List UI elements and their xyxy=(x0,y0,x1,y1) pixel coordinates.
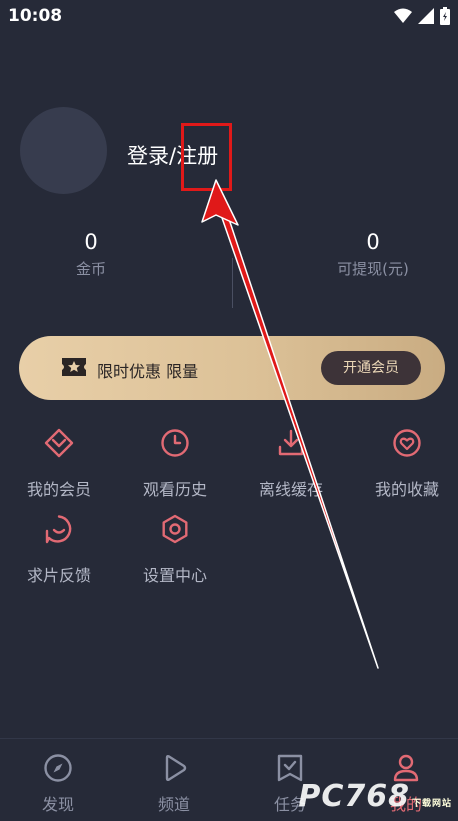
watermark-text: PC768 xyxy=(298,779,410,814)
watermark-sub: 下载网站 xyxy=(411,799,452,809)
watermark-logo: PC768 下载网站 xyxy=(298,779,452,814)
annotation-arrow-icon xyxy=(201,179,379,669)
